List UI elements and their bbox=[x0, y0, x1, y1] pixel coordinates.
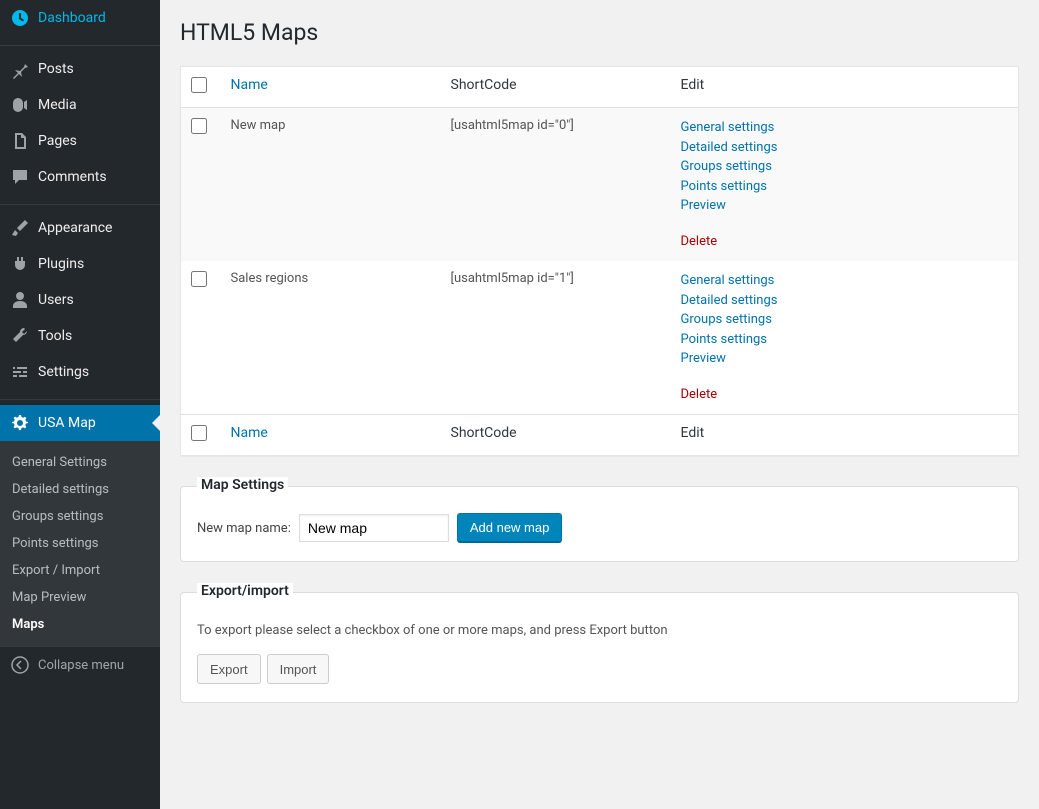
link-detailed-settings[interactable]: Detailed settings bbox=[681, 138, 1009, 158]
row-shortcode: [usahtml5map id="1"] bbox=[441, 261, 671, 415]
sidebar-item-comments[interactable]: Comments bbox=[0, 159, 160, 195]
export-button[interactable]: Export bbox=[197, 654, 261, 684]
link-points-settings[interactable]: Points settings bbox=[681, 330, 1009, 350]
main-content: HTML5 Maps Name ShortCode Edit New map [… bbox=[160, 0, 1039, 809]
brush-icon bbox=[10, 218, 30, 238]
submenu-groups-settings[interactable]: Groups settings bbox=[0, 503, 160, 530]
link-points-settings[interactable]: Points settings bbox=[681, 177, 1009, 197]
row-name: Sales regions bbox=[221, 261, 441, 415]
sidebar-label: Posts bbox=[38, 61, 74, 77]
import-button[interactable]: Import bbox=[267, 654, 330, 684]
map-settings-panel: Map Settings New map name: Add new map bbox=[180, 486, 1019, 562]
wrench-icon bbox=[10, 326, 30, 346]
media-icon bbox=[10, 95, 30, 115]
sidebar-item-users[interactable]: Users bbox=[0, 282, 160, 318]
col-footer-shortcode: ShortCode bbox=[441, 415, 671, 456]
sidebar-item-media[interactable]: Media bbox=[0, 87, 160, 123]
sidebar-item-appearance[interactable]: Appearance bbox=[0, 210, 160, 246]
page-title: HTML5 Maps bbox=[180, 10, 1019, 66]
link-groups-settings[interactable]: Groups settings bbox=[681, 310, 1009, 330]
new-map-name-label: New map name: bbox=[197, 521, 291, 536]
col-header-name[interactable]: Name bbox=[231, 77, 268, 93]
sidebar-item-plugins[interactable]: Plugins bbox=[0, 246, 160, 282]
sidebar-item-settings[interactable]: Settings bbox=[0, 354, 160, 390]
row-edit-links: General settings Detailed settings Group… bbox=[671, 261, 1019, 415]
submenu-points-settings[interactable]: Points settings bbox=[0, 530, 160, 557]
comment-icon bbox=[10, 167, 30, 187]
table-row: New map [usahtml5map id="0"] General set… bbox=[181, 108, 1019, 262]
pin-icon bbox=[10, 59, 30, 79]
col-header-shortcode: ShortCode bbox=[441, 67, 671, 108]
sidebar-submenu: General Settings Detailed settings Group… bbox=[0, 441, 160, 646]
link-general-settings[interactable]: General settings bbox=[681, 271, 1009, 291]
table-row: Sales regions [usahtml5map id="1"] Gener… bbox=[181, 261, 1019, 415]
select-all-checkbox-footer[interactable] bbox=[191, 425, 207, 441]
collapse-menu[interactable]: Collapse menu bbox=[0, 646, 160, 683]
sidebar-label: Appearance bbox=[38, 220, 112, 236]
row-edit-links: General settings Detailed settings Group… bbox=[671, 108, 1019, 262]
export-import-panel: Export/import To export please select a … bbox=[180, 592, 1019, 703]
submenu-detailed-settings[interactable]: Detailed settings bbox=[0, 476, 160, 503]
map-settings-legend: Map Settings bbox=[197, 477, 288, 493]
user-icon bbox=[10, 290, 30, 310]
sidebar-label: Users bbox=[38, 292, 74, 308]
col-footer-edit: Edit bbox=[671, 415, 1019, 456]
sliders-icon bbox=[10, 362, 30, 382]
export-instructions: To export please select a checkbox of on… bbox=[197, 623, 1002, 638]
row-shortcode: [usahtml5map id="0"] bbox=[441, 108, 671, 262]
row-name: New map bbox=[221, 108, 441, 262]
admin-sidebar: Dashboard Posts Media Pages Comments App… bbox=[0, 0, 160, 809]
link-delete[interactable]: Delete bbox=[681, 232, 1009, 252]
row-checkbox[interactable] bbox=[191, 118, 207, 134]
link-detailed-settings[interactable]: Detailed settings bbox=[681, 291, 1009, 311]
link-preview[interactable]: Preview bbox=[681, 349, 1009, 369]
sidebar-label: Pages bbox=[38, 133, 77, 149]
dashboard-icon bbox=[10, 8, 30, 28]
collapse-icon bbox=[10, 655, 30, 675]
sidebar-label: Media bbox=[38, 97, 77, 113]
sidebar-item-pages[interactable]: Pages bbox=[0, 123, 160, 159]
sidebar-separator bbox=[0, 395, 160, 400]
submenu-map-preview[interactable]: Map Preview bbox=[0, 584, 160, 611]
sidebar-item-tools[interactable]: Tools bbox=[0, 318, 160, 354]
sidebar-separator bbox=[0, 41, 160, 46]
sidebar-label: Dashboard bbox=[38, 10, 106, 26]
row-checkbox[interactable] bbox=[191, 271, 207, 287]
sidebar-item-posts[interactable]: Posts bbox=[0, 51, 160, 87]
link-delete[interactable]: Delete bbox=[681, 385, 1009, 405]
add-new-map-button[interactable]: Add new map bbox=[457, 513, 563, 543]
sidebar-item-usa-map[interactable]: USA Map bbox=[0, 405, 160, 441]
select-all-checkbox[interactable] bbox=[191, 77, 207, 93]
pages-icon bbox=[10, 131, 30, 151]
link-preview[interactable]: Preview bbox=[681, 196, 1009, 216]
new-map-name-input[interactable] bbox=[299, 514, 449, 542]
plug-icon bbox=[10, 254, 30, 274]
submenu-maps[interactable]: Maps bbox=[0, 611, 160, 638]
sidebar-label: Tools bbox=[38, 328, 72, 344]
sidebar-label: Plugins bbox=[38, 256, 84, 272]
link-general-settings[interactable]: General settings bbox=[681, 118, 1009, 138]
collapse-label: Collapse menu bbox=[38, 658, 124, 673]
export-legend: Export/import bbox=[197, 583, 293, 599]
submenu-general-settings[interactable]: General Settings bbox=[0, 449, 160, 476]
submenu-export-import[interactable]: Export / Import bbox=[0, 557, 160, 584]
col-footer-name[interactable]: Name bbox=[231, 425, 268, 441]
maps-table: Name ShortCode Edit New map [usahtml5map… bbox=[180, 66, 1019, 456]
gear-icon bbox=[10, 413, 30, 433]
sidebar-separator bbox=[0, 200, 160, 205]
sidebar-label: USA Map bbox=[38, 415, 96, 431]
sidebar-item-dashboard[interactable]: Dashboard bbox=[0, 0, 160, 36]
sidebar-label: Comments bbox=[38, 169, 107, 185]
col-header-edit: Edit bbox=[671, 67, 1019, 108]
sidebar-label: Settings bbox=[38, 364, 89, 380]
link-groups-settings[interactable]: Groups settings bbox=[681, 157, 1009, 177]
